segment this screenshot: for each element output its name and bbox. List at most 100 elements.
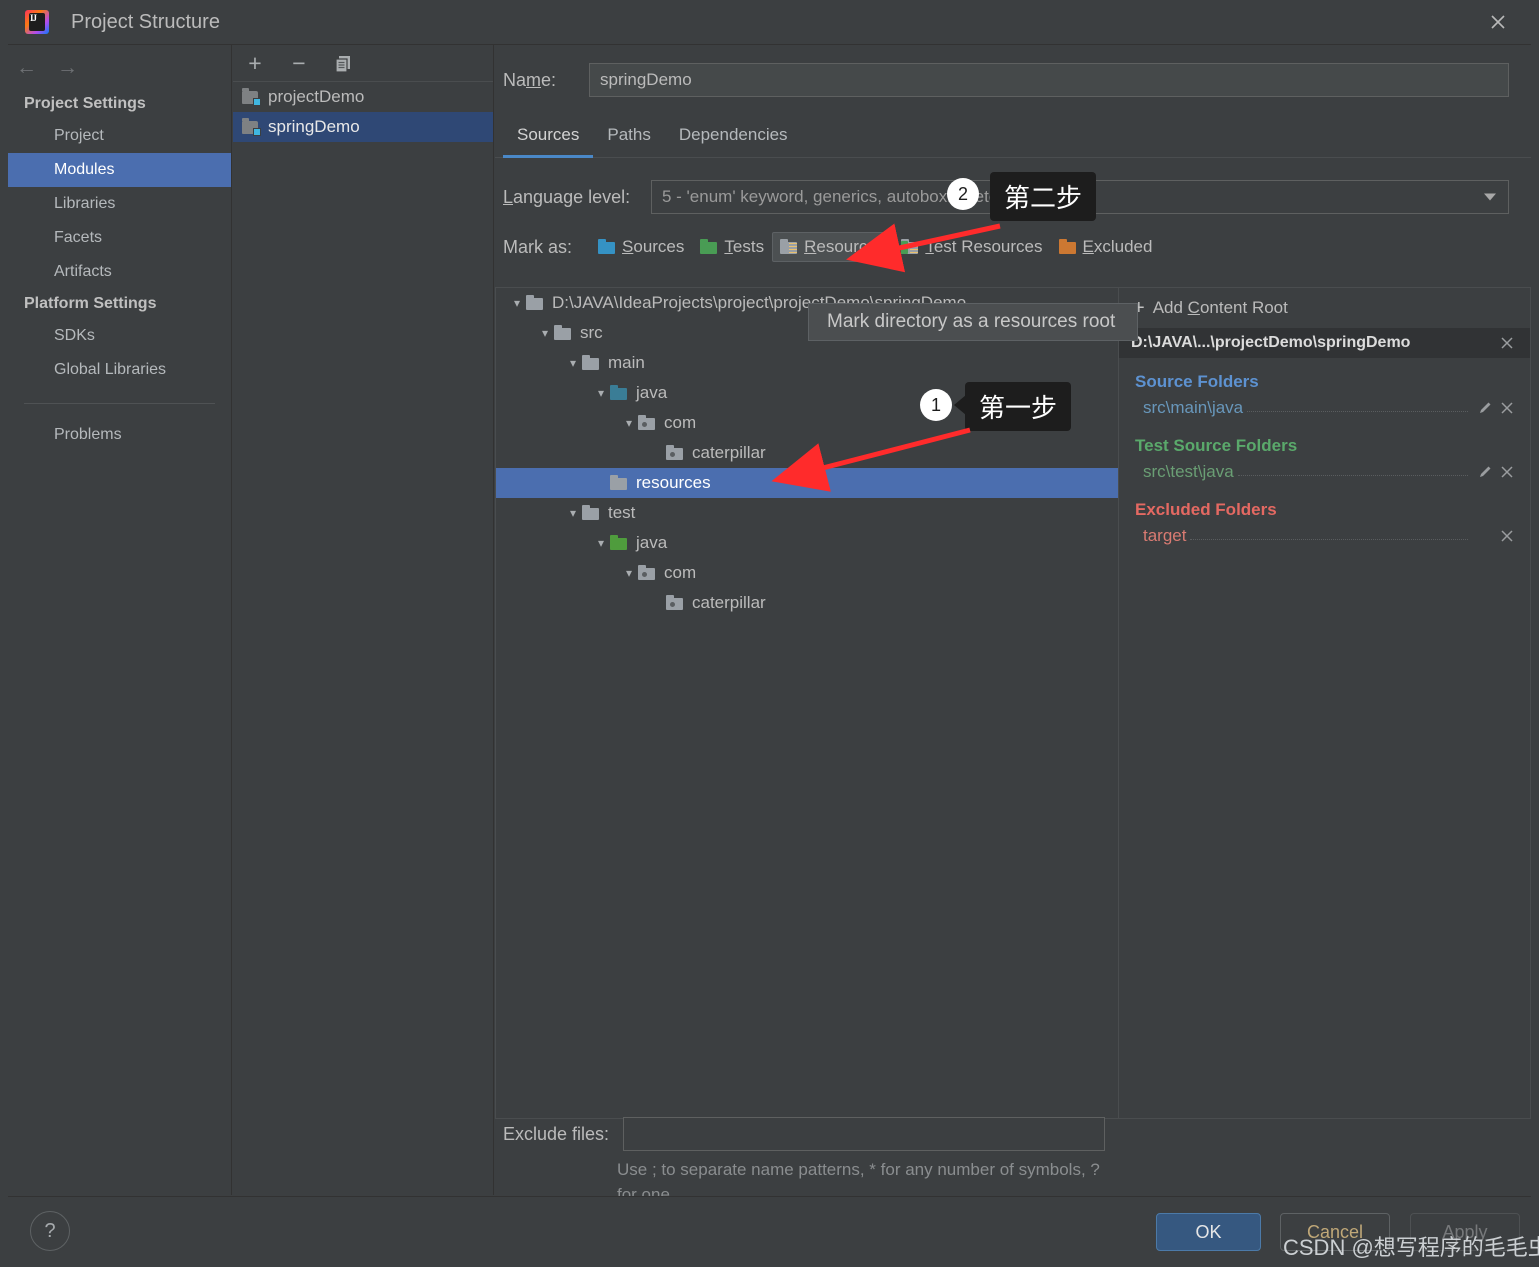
sidebar-item-sdks[interactable]: SDKs <box>8 319 231 353</box>
tree-row[interactable]: ▾ com <box>496 558 1118 588</box>
tree-row-resources[interactable]: ▾ resources <box>496 468 1118 498</box>
sidebar-group-platform-settings: Platform Settings <box>24 295 157 312</box>
sidebar-item-project[interactable]: Project <box>8 119 231 153</box>
content-roots-panel: + Add Content Root D:\JAVA\...\projectDe… <box>1119 287 1531 1119</box>
tree-row-label: resources <box>636 473 711 492</box>
mark-as-excluded-button[interactable]: Excluded <box>1051 232 1161 262</box>
edit-test-source-folder-button[interactable] <box>1474 464 1496 480</box>
help-button[interactable]: ? <box>30 1211 70 1251</box>
source-folders-heading: Source Folders <box>1135 372 1259 391</box>
module-name-label: Name: <box>503 69 557 90</box>
sidebar-item-libraries[interactable]: Libraries <box>8 187 231 221</box>
mark-as-sources-button[interactable]: Sources <box>590 232 692 262</box>
mark-as-resources-label: Resources <box>804 237 886 256</box>
leader-dots <box>1190 528 1468 540</box>
chevron-down-icon[interactable]: ▾ <box>508 294 526 312</box>
remove-excluded-folder-button[interactable] <box>1496 528 1518 544</box>
forward-arrow-icon[interactable]: → <box>57 57 78 78</box>
close-icon <box>1501 337 1513 349</box>
tree-row[interactable]: ▾ caterpillar <box>496 588 1118 618</box>
folder-icon <box>582 504 601 521</box>
tree-row[interactable]: ▾ caterpillar <box>496 438 1118 468</box>
module-item-springdemo[interactable]: springDemo <box>233 112 493 142</box>
annotation-badge-1: 1 <box>920 389 952 421</box>
tab-paths[interactable]: Paths <box>593 117 664 158</box>
close-icon <box>1501 402 1513 414</box>
mark-as-test-resources-label: Test Resources <box>925 237 1043 256</box>
chevron-down-icon[interactable]: ▾ <box>592 534 610 552</box>
folder-icon <box>554 324 573 341</box>
chevron-down-icon[interactable]: ▾ <box>564 354 582 372</box>
test-source-folder-path: src\test\java <box>1143 462 1234 481</box>
add-content-root-button[interactable]: + Add Content Root <box>1119 288 1530 328</box>
sidebar-group-project-settings: Project Settings <box>24 95 146 112</box>
folder-icon <box>582 354 601 371</box>
apply-button: Apply <box>1410 1213 1520 1251</box>
mark-as-test-resources-button[interactable]: Test Resources <box>893 232 1050 262</box>
mark-as-tests-button[interactable]: Tests <box>692 232 772 262</box>
close-icon <box>1491 15 1505 29</box>
remove-module-button[interactable]: − <box>287 51 311 75</box>
sidebar-item-facets[interactable]: Facets <box>8 221 231 255</box>
folder-test-resources-icon <box>901 238 919 255</box>
mark-as-resources-button[interactable]: Resources <box>772 232 894 262</box>
tree-row-label: java <box>636 533 668 552</box>
logo-text: IJ <box>30 13 37 23</box>
tab-dependencies[interactable]: Dependencies <box>665 117 802 158</box>
chevron-down-icon[interactable]: ▾ <box>536 324 554 342</box>
module-name-input[interactable] <box>589 63 1509 97</box>
folder-resources-icon <box>780 238 798 255</box>
annotation-callout-2: 第二步 <box>990 172 1097 221</box>
title-bar: IJ Project Structure <box>8 0 1531 45</box>
close-window-button[interactable] <box>1475 6 1521 38</box>
mark-as-resources-tooltip: Mark directory as a resources root <box>808 303 1138 341</box>
modules-toolbar: + − <box>233 45 493 81</box>
tree-row-label: java <box>636 383 668 402</box>
cancel-button[interactable]: Cancel <box>1280 1213 1390 1251</box>
chevron-down-icon[interactable]: ▾ <box>592 384 610 402</box>
copy-icon <box>335 56 350 73</box>
tab-sources[interactable]: Sources <box>503 117 594 158</box>
sidebar-item-artifacts[interactable]: Artifacts <box>8 255 231 289</box>
annotation-callout-1: 第一步 <box>965 382 1072 431</box>
excluded-folders-heading: Excluded Folders <box>1135 500 1277 519</box>
tree-row[interactable]: ▾ test <box>496 498 1118 528</box>
folder-excluded-icon <box>1058 238 1077 255</box>
folder-tests-icon <box>700 238 718 255</box>
tree-row[interactable]: ▾ java <box>496 528 1118 558</box>
modules-panel: + − projectDemo springDemo <box>233 45 494 1195</box>
add-module-button[interactable]: + <box>243 51 267 75</box>
chevron-down-icon[interactable]: ▾ <box>564 504 582 522</box>
excluded-folder-entry[interactable]: target <box>1119 522 1530 550</box>
sidebar-item-global-libraries[interactable]: Global Libraries <box>8 353 231 387</box>
module-folder-icon <box>242 117 261 136</box>
remove-source-folder-button[interactable] <box>1496 400 1518 416</box>
folder-test-source-root-icon <box>610 534 629 551</box>
intellij-idea-logo-icon: IJ <box>25 10 49 34</box>
source-folder-entry[interactable]: src\main\java <box>1119 394 1530 422</box>
edit-source-folder-button[interactable] <box>1474 400 1496 416</box>
sidebar-item-problems[interactable]: Problems <box>8 418 231 452</box>
tree-row[interactable]: ▾ main <box>496 348 1118 378</box>
pencil-icon <box>1480 402 1491 413</box>
content-root-row[interactable]: D:\JAVA\...\projectDemo\springDemo <box>1119 328 1530 358</box>
chevron-down-icon[interactable]: ▾ <box>620 564 638 582</box>
exclude-files-input[interactable] <box>623 1117 1105 1151</box>
tree-row-label: com <box>664 413 697 432</box>
sidebar-item-modules[interactable]: Modules <box>8 153 231 187</box>
tree-row-label: main <box>608 353 645 372</box>
copy-module-button[interactable] <box>331 51 355 75</box>
folder-package-icon <box>638 414 657 431</box>
tree-row-label: test <box>608 503 636 522</box>
remove-test-source-folder-button[interactable] <box>1496 464 1518 480</box>
module-name-row: Name: <box>495 45 1531 97</box>
close-icon <box>1501 530 1513 542</box>
test-source-folder-entry[interactable]: src\test\java <box>1119 458 1530 486</box>
chevron-down-icon[interactable]: ▾ <box>620 414 638 432</box>
add-content-root-label: Add Content Root <box>1152 298 1288 317</box>
remove-content-root-button[interactable] <box>1496 335 1518 351</box>
back-arrow-icon[interactable]: ← <box>16 57 37 78</box>
tree-row-label: caterpillar <box>692 593 766 612</box>
ok-button[interactable]: OK <box>1156 1213 1261 1251</box>
module-item-projectdemo[interactable]: projectDemo <box>233 82 493 112</box>
